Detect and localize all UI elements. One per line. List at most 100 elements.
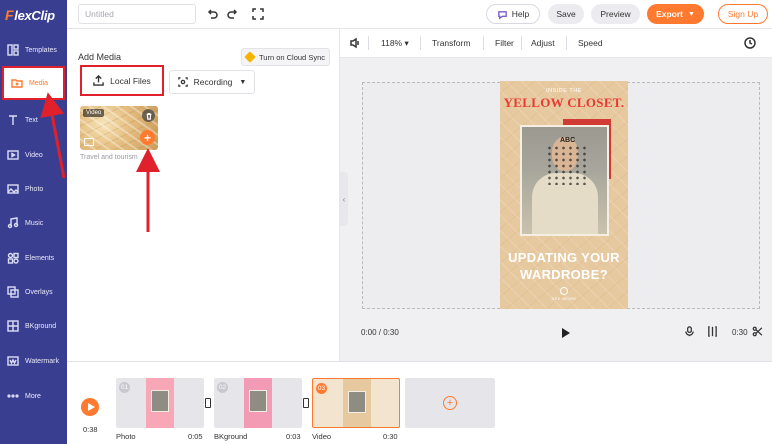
- sign-up-label: Sign Up: [727, 9, 759, 19]
- sidebar-item-label: Watermark: [25, 357, 59, 365]
- preview-button[interactable]: Preview: [591, 4, 640, 24]
- add-to-timeline-button[interactable]: +: [140, 130, 155, 145]
- upload-icon: [93, 75, 104, 86]
- flexclip-logo[interactable]: FlexClip: [5, 6, 55, 24]
- split-icon[interactable]: [707, 326, 719, 338]
- divider: [566, 36, 567, 50]
- scissors-icon[interactable]: [752, 326, 764, 338]
- help-button[interactable]: Help: [486, 4, 540, 24]
- sidebar-item-bkground[interactable]: BKground: [0, 309, 67, 343]
- cloud-sync-button[interactable]: Turn on Cloud Sync: [241, 48, 330, 66]
- sidebar-item-text[interactable]: Text: [0, 103, 67, 137]
- clip-label: Video: [312, 432, 332, 441]
- poster-circle-icon: [560, 287, 568, 295]
- sidebar-item-label: Media: [29, 79, 49, 87]
- export-button[interactable]: Export ▼: [647, 4, 704, 24]
- plus-icon: +: [443, 396, 457, 410]
- adjust-button[interactable]: Adjust: [531, 38, 555, 48]
- poster-badge: ABC: [560, 137, 576, 144]
- chevron-down-icon: ▼: [239, 78, 247, 86]
- media-item-thumbnail[interactable]: Video +: [80, 106, 158, 150]
- clip-number: 01: [119, 382, 130, 393]
- premium-diamond-icon: [244, 51, 256, 63]
- logo-text: lexClip: [14, 7, 55, 23]
- preview-label: Preview: [600, 9, 631, 19]
- sidebar-item-media[interactable]: Media: [2, 66, 65, 100]
- watermark-icon: [6, 355, 19, 368]
- video-preview-poster[interactable]: INSIDE THE YELLOW CLOSET. ABC UPDATING Y…: [500, 81, 628, 309]
- sidebar-item-label: More: [25, 392, 41, 400]
- elements-icon: [6, 252, 19, 265]
- timeline: 0:38 01 Photo 0:05 02 BKground 0:03 03 V…: [67, 361, 772, 444]
- recording-dropdown[interactable]: Recording ▼: [169, 70, 255, 94]
- undo-icon[interactable]: [205, 7, 219, 21]
- poster-text-line2: YELLOW CLOSET.: [503, 95, 625, 110]
- timeline-clip-2[interactable]: 02: [214, 378, 302, 428]
- save-button[interactable]: Save: [548, 4, 584, 24]
- recording-label: Recording: [193, 77, 233, 87]
- sidebar-item-elements[interactable]: Elements: [0, 241, 67, 275]
- clip-thumbnail: [146, 378, 174, 428]
- play-icon[interactable]: [559, 327, 571, 339]
- save-label: Save: [556, 9, 576, 19]
- fullscreen-icon[interactable]: [251, 7, 265, 21]
- zoom-level-select[interactable]: 118% ▾: [381, 38, 409, 49]
- clip-duration: 0:05: [188, 432, 203, 441]
- photo-icon: [6, 183, 19, 196]
- image-icon: [84, 138, 94, 146]
- help-icon: [497, 10, 507, 19]
- media-folder-icon: [10, 77, 23, 90]
- sign-up-button[interactable]: Sign Up: [718, 4, 768, 24]
- poster-text-line4: WARDROBE?: [520, 267, 608, 282]
- clip-thumbnail: [343, 379, 371, 427]
- microphone-icon[interactable]: [684, 326, 696, 338]
- sidebar-item-label: Video: [25, 151, 43, 159]
- sidebar-item-templates[interactable]: Templates: [0, 33, 67, 67]
- filter-button[interactable]: Filter: [495, 38, 514, 48]
- redo-icon[interactable]: [226, 7, 240, 21]
- sidebar-item-label: Templates: [25, 46, 57, 54]
- transition-icon[interactable]: [205, 398, 211, 408]
- add-clip-button[interactable]: +: [405, 378, 495, 428]
- media-type-tag: Video: [83, 109, 105, 117]
- sidebar-item-music[interactable]: Music: [0, 206, 67, 240]
- overlays-icon: [6, 286, 19, 299]
- text-icon: [6, 114, 19, 127]
- sidebar-item-video[interactable]: Video: [0, 138, 67, 172]
- collapse-panel-handle[interactable]: ‹: [340, 172, 348, 226]
- divider: [420, 36, 421, 50]
- clip-label: BKground: [214, 432, 248, 441]
- total-duration: 0:38: [83, 425, 98, 434]
- sidebar-item-photo[interactable]: Photo: [0, 172, 67, 206]
- project-title-input[interactable]: [78, 4, 196, 24]
- sidebar-item-label: Elements: [25, 254, 55, 262]
- transform-button[interactable]: Transform: [432, 38, 470, 48]
- media-panel: Add Media Turn on Cloud Sync Local Files…: [67, 29, 340, 361]
- divider: [483, 36, 484, 50]
- record-icon: [177, 77, 188, 87]
- top-bar: Help Save Preview Export ▼ Sign Up: [67, 0, 772, 29]
- timeline-play-button[interactable]: [81, 398, 99, 416]
- poster-text-line3: UPDATING YOUR: [508, 250, 620, 265]
- timeline-clip-1[interactable]: 01: [116, 378, 204, 428]
- timeline-clip-3[interactable]: 03: [312, 378, 400, 428]
- divider: [521, 36, 522, 50]
- more-icon: [6, 390, 19, 403]
- transition-icon[interactable]: [303, 398, 309, 408]
- sidebar-item-more[interactable]: More: [0, 379, 67, 413]
- delete-icon[interactable]: [142, 109, 155, 122]
- clip-number: 02: [217, 382, 228, 393]
- clock-icon[interactable]: [744, 37, 756, 49]
- speed-button[interactable]: Speed: [578, 38, 603, 48]
- video-icon: [6, 149, 19, 162]
- clip-number: 03: [316, 383, 327, 394]
- sidebar-item-overlays[interactable]: Overlays: [0, 275, 67, 309]
- zoom-value: 118%: [381, 38, 403, 48]
- chevron-down-icon: ▼: [687, 10, 695, 18]
- local-files-button[interactable]: Local Files: [80, 65, 164, 96]
- playback-bar: 0:00 / 0:30 0:30: [340, 318, 772, 361]
- poster-text-line1: INSIDE THE: [546, 88, 582, 94]
- volume-icon[interactable]: [349, 37, 361, 49]
- sidebar-item-watermark[interactable]: Watermark: [0, 344, 67, 378]
- clip-thumbnail: [244, 378, 272, 428]
